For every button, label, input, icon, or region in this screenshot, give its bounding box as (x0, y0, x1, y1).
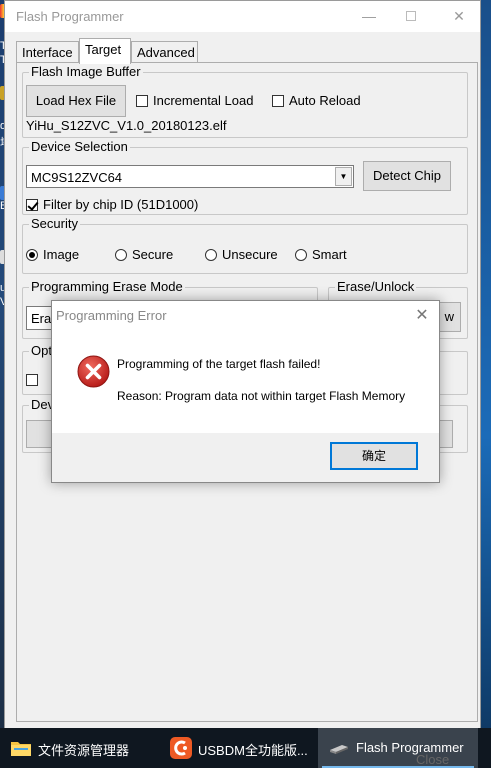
group-legend: Flash Image Buffer (29, 64, 143, 79)
error-icon (77, 355, 110, 388)
window-title: Flash Programmer (16, 9, 124, 24)
dialog-reason: Reason: Program data not within target F… (117, 389, 406, 403)
tab-interface[interactable]: Interface (16, 41, 79, 63)
taskbar-item-explorer[interactable]: 文件资源管理器 (0, 728, 160, 768)
taskbar-item-usbdm[interactable]: USBDM全功能版... (160, 728, 318, 768)
security-image-label: Image (43, 247, 80, 262)
desktop-right-strip (481, 0, 491, 728)
window-titlebar[interactable]: Flash Programmer — ✕ (5, 1, 480, 32)
chevron-down-icon[interactable]: ▼ (335, 167, 352, 186)
chip-icon (330, 745, 348, 754)
loaded-file-name: YiHu_S12ZVC_V1.0_20180123.elf (26, 118, 227, 133)
group-legend: Programming Erase Mode (29, 279, 185, 294)
security-group: Security Image Secure Unsecure Smart (22, 216, 468, 274)
close-button[interactable]: ✕ (444, 5, 474, 27)
erase-mode-value: Era (31, 311, 52, 326)
flash-image-buffer-group: Flash Image Buffer Load Hex File Increme… (22, 64, 468, 138)
taskbar-item-flash-programmer[interactable]: Flash Programmer (318, 728, 478, 768)
load-hex-file-button[interactable]: Load Hex File (26, 85, 126, 117)
group-legend: Device Selection (29, 139, 130, 154)
security-secure-radio[interactable] (115, 249, 127, 261)
tab-advanced[interactable]: Advanced (131, 41, 198, 63)
auto-reload-label: Auto Reload (289, 93, 361, 108)
auto-reload-checkbox[interactable] (272, 95, 284, 107)
group-legend: Security (29, 216, 80, 231)
device-select[interactable]: MC9S12ZVC64 ▼ (26, 165, 354, 188)
filter-chip-id-checkbox[interactable] (26, 199, 38, 211)
tab-target[interactable]: Target (79, 38, 131, 64)
incremental-load-checkbox[interactable] (136, 95, 148, 107)
app-icon (170, 737, 192, 759)
security-smart-label: Smart (312, 247, 347, 262)
minimize-button[interactable]: — (354, 5, 384, 27)
group-legend: Erase/Unlock (335, 279, 417, 294)
maximize-icon (406, 11, 416, 21)
incremental-load-label: Incremental Load (153, 93, 254, 108)
dialog-close-button[interactable]: ✕ (411, 305, 433, 327)
programming-error-dialog: Programming Error ✕ Programming of the t… (51, 300, 440, 483)
dialog-titlebar[interactable]: Programming Error ✕ (52, 301, 439, 331)
dialog-message: Programming of the target flash failed! (117, 357, 321, 371)
security-secure-label: Secure (132, 247, 174, 262)
folder-icon (11, 742, 31, 756)
option-checkbox[interactable] (26, 374, 38, 386)
security-smart-radio[interactable] (295, 249, 307, 261)
security-image-radio[interactable] (26, 249, 38, 261)
taskbar-item-label: 文件资源管理器 (38, 743, 130, 758)
detect-chip-button[interactable]: Detect Chip (363, 161, 451, 191)
device-selection-group: Device Selection MC9S12ZVC64 ▼ Detect Ch… (22, 139, 468, 215)
taskbar-item-label: USBDM全功能版... (198, 743, 308, 758)
taskbar-ghost-text: Close (416, 752, 450, 767)
maximize-button[interactable] (396, 5, 426, 27)
dialog-title: Programming Error (56, 308, 167, 323)
security-unsecure-label: Unsecure (222, 247, 278, 262)
filter-chip-id-label: Filter by chip ID (51D1000) (43, 197, 199, 212)
device-select-value: MC9S12ZVC64 (31, 170, 123, 185)
dialog-body: Programming of the target flash failed! … (52, 331, 439, 433)
security-unsecure-radio[interactable] (205, 249, 217, 261)
ok-button[interactable]: 确定 (330, 442, 418, 470)
